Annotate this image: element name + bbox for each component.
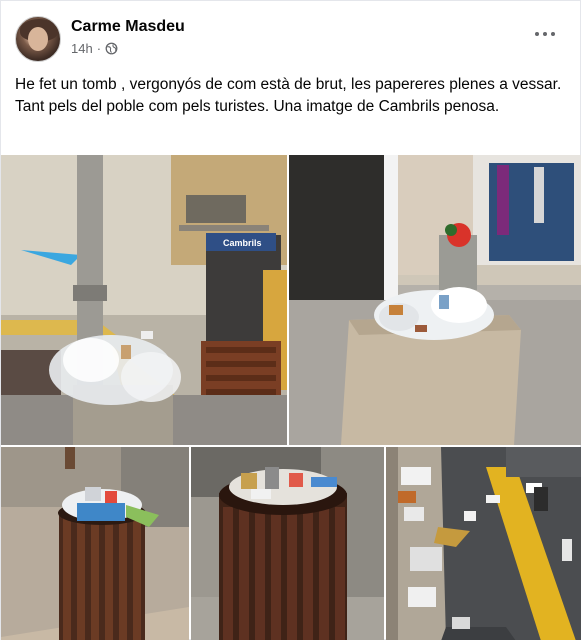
post-photo-1[interactable]: Cambrils (1, 155, 287, 445)
post-text-line-2: Tant pels del poble com pels turistes. U… (15, 98, 500, 115)
post-photo-3[interactable] (1, 447, 189, 640)
post-text: He fet un tomb , vergonyós de com està d… (15, 74, 571, 118)
post-photo-2[interactable] (289, 155, 581, 445)
post-text-line-1: He fet un tomb , vergonyós de com està d… (15, 76, 562, 93)
facebook-post-card: Carme Masdeu 14h · He fet un tomb , verg… (0, 0, 581, 640)
more-options-icon[interactable] (532, 24, 558, 44)
shop-sign-text: Cambrils (223, 238, 262, 248)
globe-icon[interactable] (105, 42, 118, 55)
author-avatar[interactable] (15, 16, 61, 62)
post-header: Carme Masdeu 14h · (1, 1, 581, 67)
post-photo-4[interactable] (191, 447, 384, 640)
meta-separator: · (96, 41, 102, 56)
author-name[interactable]: Carme Masdeu (71, 18, 185, 36)
post-photo-5[interactable] (386, 447, 581, 640)
post-timestamp[interactable]: 14h (71, 41, 93, 56)
post-meta: 14h · (71, 41, 118, 56)
